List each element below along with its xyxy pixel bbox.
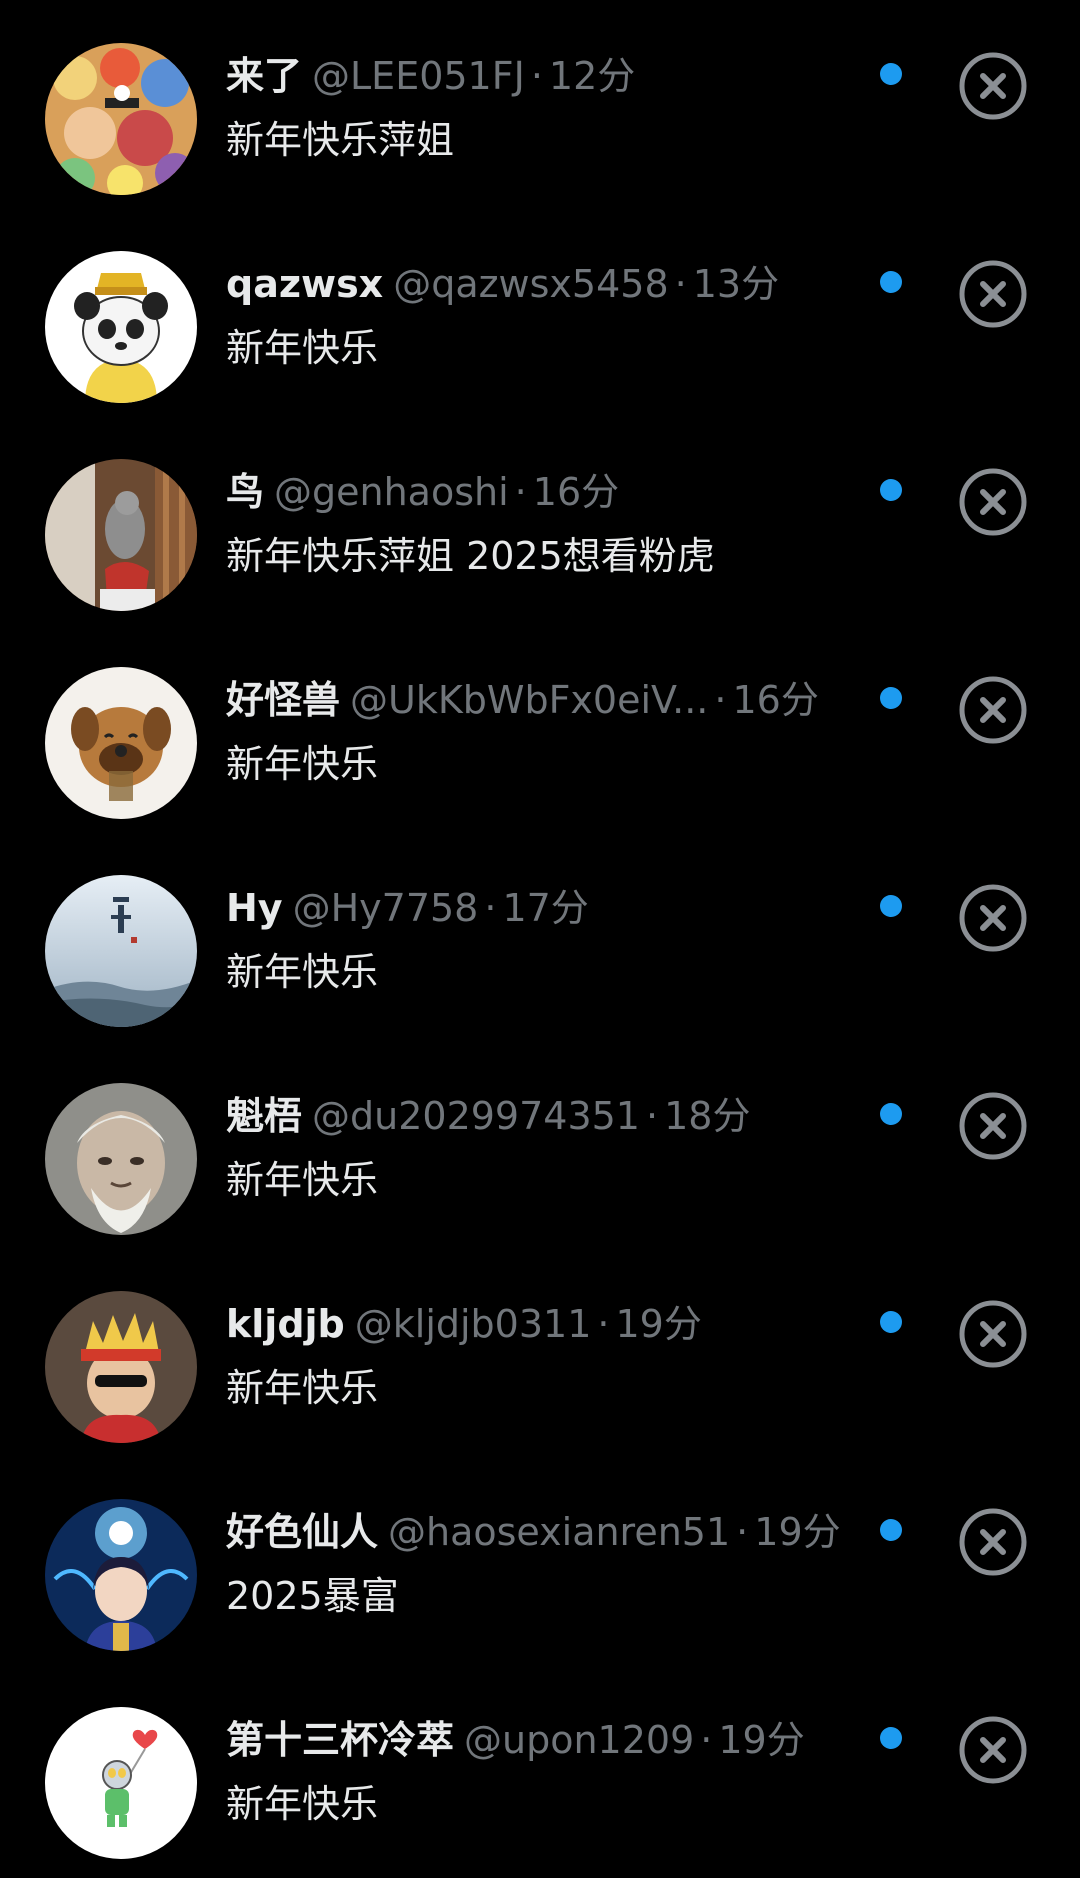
notification-header: 好色仙人 @haosexianren51 · 19分 xyxy=(226,1504,866,1560)
notification-header: kljdjb @kljdjb0311 · 19分 xyxy=(226,1296,866,1352)
old-man-avatar[interactable] xyxy=(45,1083,197,1235)
close-circle-icon[interactable] xyxy=(957,882,1029,954)
notification-message: 新年快乐 xyxy=(226,742,379,786)
user-display-name[interactable]: kljdjb xyxy=(226,1302,345,1346)
unread-indicator xyxy=(880,1727,902,1749)
notification-header: 魁梧 @du2029974351 · 18分 xyxy=(226,1088,866,1144)
notification-message: 新年快乐 xyxy=(226,1158,379,1202)
cartoon-balloon-avatar[interactable] xyxy=(45,1707,197,1859)
winter-landscape-avatar[interactable] xyxy=(45,875,197,1027)
separator-dot: · xyxy=(514,470,527,514)
unread-indicator xyxy=(880,687,902,709)
separator-dot: · xyxy=(484,886,497,930)
panda-meme-avatar[interactable] xyxy=(45,251,197,403)
timestamp: 19分 xyxy=(615,1302,702,1346)
user-display-name[interactable]: 鸟 xyxy=(226,470,264,514)
notification-header: 鸟 @genhaoshi · 16分 xyxy=(226,464,866,520)
notification-row[interactable]: 第十三杯冷萃 @upon1209 · 19分 新年快乐 xyxy=(0,1664,1080,1872)
notification-message: 新年快乐 xyxy=(226,1782,379,1826)
notification-row[interactable]: 鸟 @genhaoshi · 16分 新年快乐萍姐 2025想看粉虎 xyxy=(0,416,1080,624)
user-display-name[interactable]: qazwsx xyxy=(226,262,383,306)
close-circle-icon[interactable] xyxy=(957,674,1029,746)
timestamp: 16分 xyxy=(732,678,819,722)
separator-dot: · xyxy=(736,1510,749,1554)
timestamp: 16分 xyxy=(532,470,620,514)
anime-crowd-avatar[interactable] xyxy=(45,43,197,195)
unread-indicator xyxy=(880,1311,902,1333)
separator-dot: · xyxy=(597,1302,610,1346)
timestamp: 13分 xyxy=(692,262,780,306)
notification-header: qazwsx @qazwsx5458 · 13分 xyxy=(226,256,866,312)
user-handle[interactable]: @haosexianren51 xyxy=(388,1510,730,1554)
close-circle-icon[interactable] xyxy=(957,1090,1029,1162)
notification-message: 新年快乐萍姐 xyxy=(226,118,455,162)
user-handle[interactable]: @Hy7758 xyxy=(293,886,479,930)
unread-indicator xyxy=(880,1103,902,1125)
timestamp: 19分 xyxy=(718,1718,805,1762)
user-handle[interactable]: @kljdjb0311 xyxy=(355,1302,592,1346)
timestamp: 18分 xyxy=(664,1094,751,1138)
close-circle-icon[interactable] xyxy=(957,466,1029,538)
notification-row[interactable]: kljdjb @kljdjb0311 · 19分 新年快乐 xyxy=(0,1248,1080,1456)
close-circle-icon[interactable] xyxy=(957,1714,1029,1786)
notification-message: 新年快乐 xyxy=(226,950,379,994)
notification-row[interactable]: 来了 @LEE051FJ · 12分 新年快乐萍姐 xyxy=(0,0,1080,208)
unread-indicator xyxy=(880,1519,902,1541)
puppy-avatar[interactable] xyxy=(45,667,197,819)
notification-row[interactable]: 好怪兽 @UkKbWbFx0eiV... · 16分 新年快乐 xyxy=(0,624,1080,832)
separator-dot: · xyxy=(530,54,543,98)
notification-message: 2025暴富 xyxy=(226,1574,399,1618)
timestamp: 19分 xyxy=(754,1510,841,1554)
user-display-name[interactable]: 好色仙人 xyxy=(226,1510,378,1554)
unread-indicator xyxy=(880,895,902,917)
separator-dot: · xyxy=(700,1718,713,1762)
unread-indicator xyxy=(880,479,902,501)
timestamp: 17分 xyxy=(502,886,589,930)
user-handle[interactable]: @genhaoshi xyxy=(274,470,509,514)
notification-header: Hy @Hy7758 · 17分 xyxy=(226,880,866,936)
child-crown-avatar[interactable] xyxy=(45,1291,197,1443)
notification-header: 来了 @LEE051FJ · 12分 xyxy=(226,48,866,104)
separator-dot: · xyxy=(646,1094,659,1138)
notification-row[interactable]: qazwsx @qazwsx5458 · 13分 新年快乐 xyxy=(0,208,1080,416)
notification-message: 新年快乐 xyxy=(226,1366,379,1410)
notification-row[interactable]: 魁梧 @du2029974351 · 18分 新年快乐 xyxy=(0,1040,1080,1248)
close-circle-icon[interactable] xyxy=(957,1298,1029,1370)
user-display-name[interactable]: 好怪兽 xyxy=(226,678,340,722)
notification-message: 新年快乐萍姐 2025想看粉虎 xyxy=(226,534,715,578)
unread-indicator xyxy=(880,63,902,85)
user-handle[interactable]: @qazwsx5458 xyxy=(393,262,668,306)
user-handle[interactable]: @UkKbWbFx0eiV... xyxy=(350,678,708,722)
notification-row[interactable]: Hy @Hy7758 · 17分 新年快乐 xyxy=(0,832,1080,1040)
parrot-avatar[interactable] xyxy=(45,459,197,611)
notification-row[interactable]: 好色仙人 @haosexianren51 · 19分 2025暴富 xyxy=(0,1456,1080,1664)
notification-list: 来了 @LEE051FJ · 12分 新年快乐萍姐 qazwsx @qazwsx… xyxy=(0,0,1080,1878)
separator-dot: · xyxy=(674,262,687,306)
separator-dot: · xyxy=(714,678,727,722)
anime-girl-avatar[interactable] xyxy=(45,1499,197,1651)
unread-indicator xyxy=(880,271,902,293)
user-display-name[interactable]: Hy xyxy=(226,886,283,930)
user-handle[interactable]: @LEE051FJ xyxy=(312,54,525,98)
close-circle-icon[interactable] xyxy=(957,50,1029,122)
notification-message: 新年快乐 xyxy=(226,326,379,370)
user-display-name[interactable]: 魁梧 xyxy=(226,1094,302,1138)
user-display-name[interactable]: 来了 xyxy=(226,54,302,98)
user-handle[interactable]: @upon1209 xyxy=(464,1718,694,1762)
user-handle[interactable]: @du2029974351 xyxy=(312,1094,640,1138)
close-circle-icon[interactable] xyxy=(957,1506,1029,1578)
close-circle-icon[interactable] xyxy=(957,258,1029,330)
user-display-name[interactable]: 第十三杯冷萃 xyxy=(226,1718,454,1762)
timestamp: 12分 xyxy=(548,54,636,98)
notification-header: 好怪兽 @UkKbWbFx0eiV... · 16分 xyxy=(226,672,866,728)
notification-header: 第十三杯冷萃 @upon1209 · 19分 xyxy=(226,1712,866,1768)
